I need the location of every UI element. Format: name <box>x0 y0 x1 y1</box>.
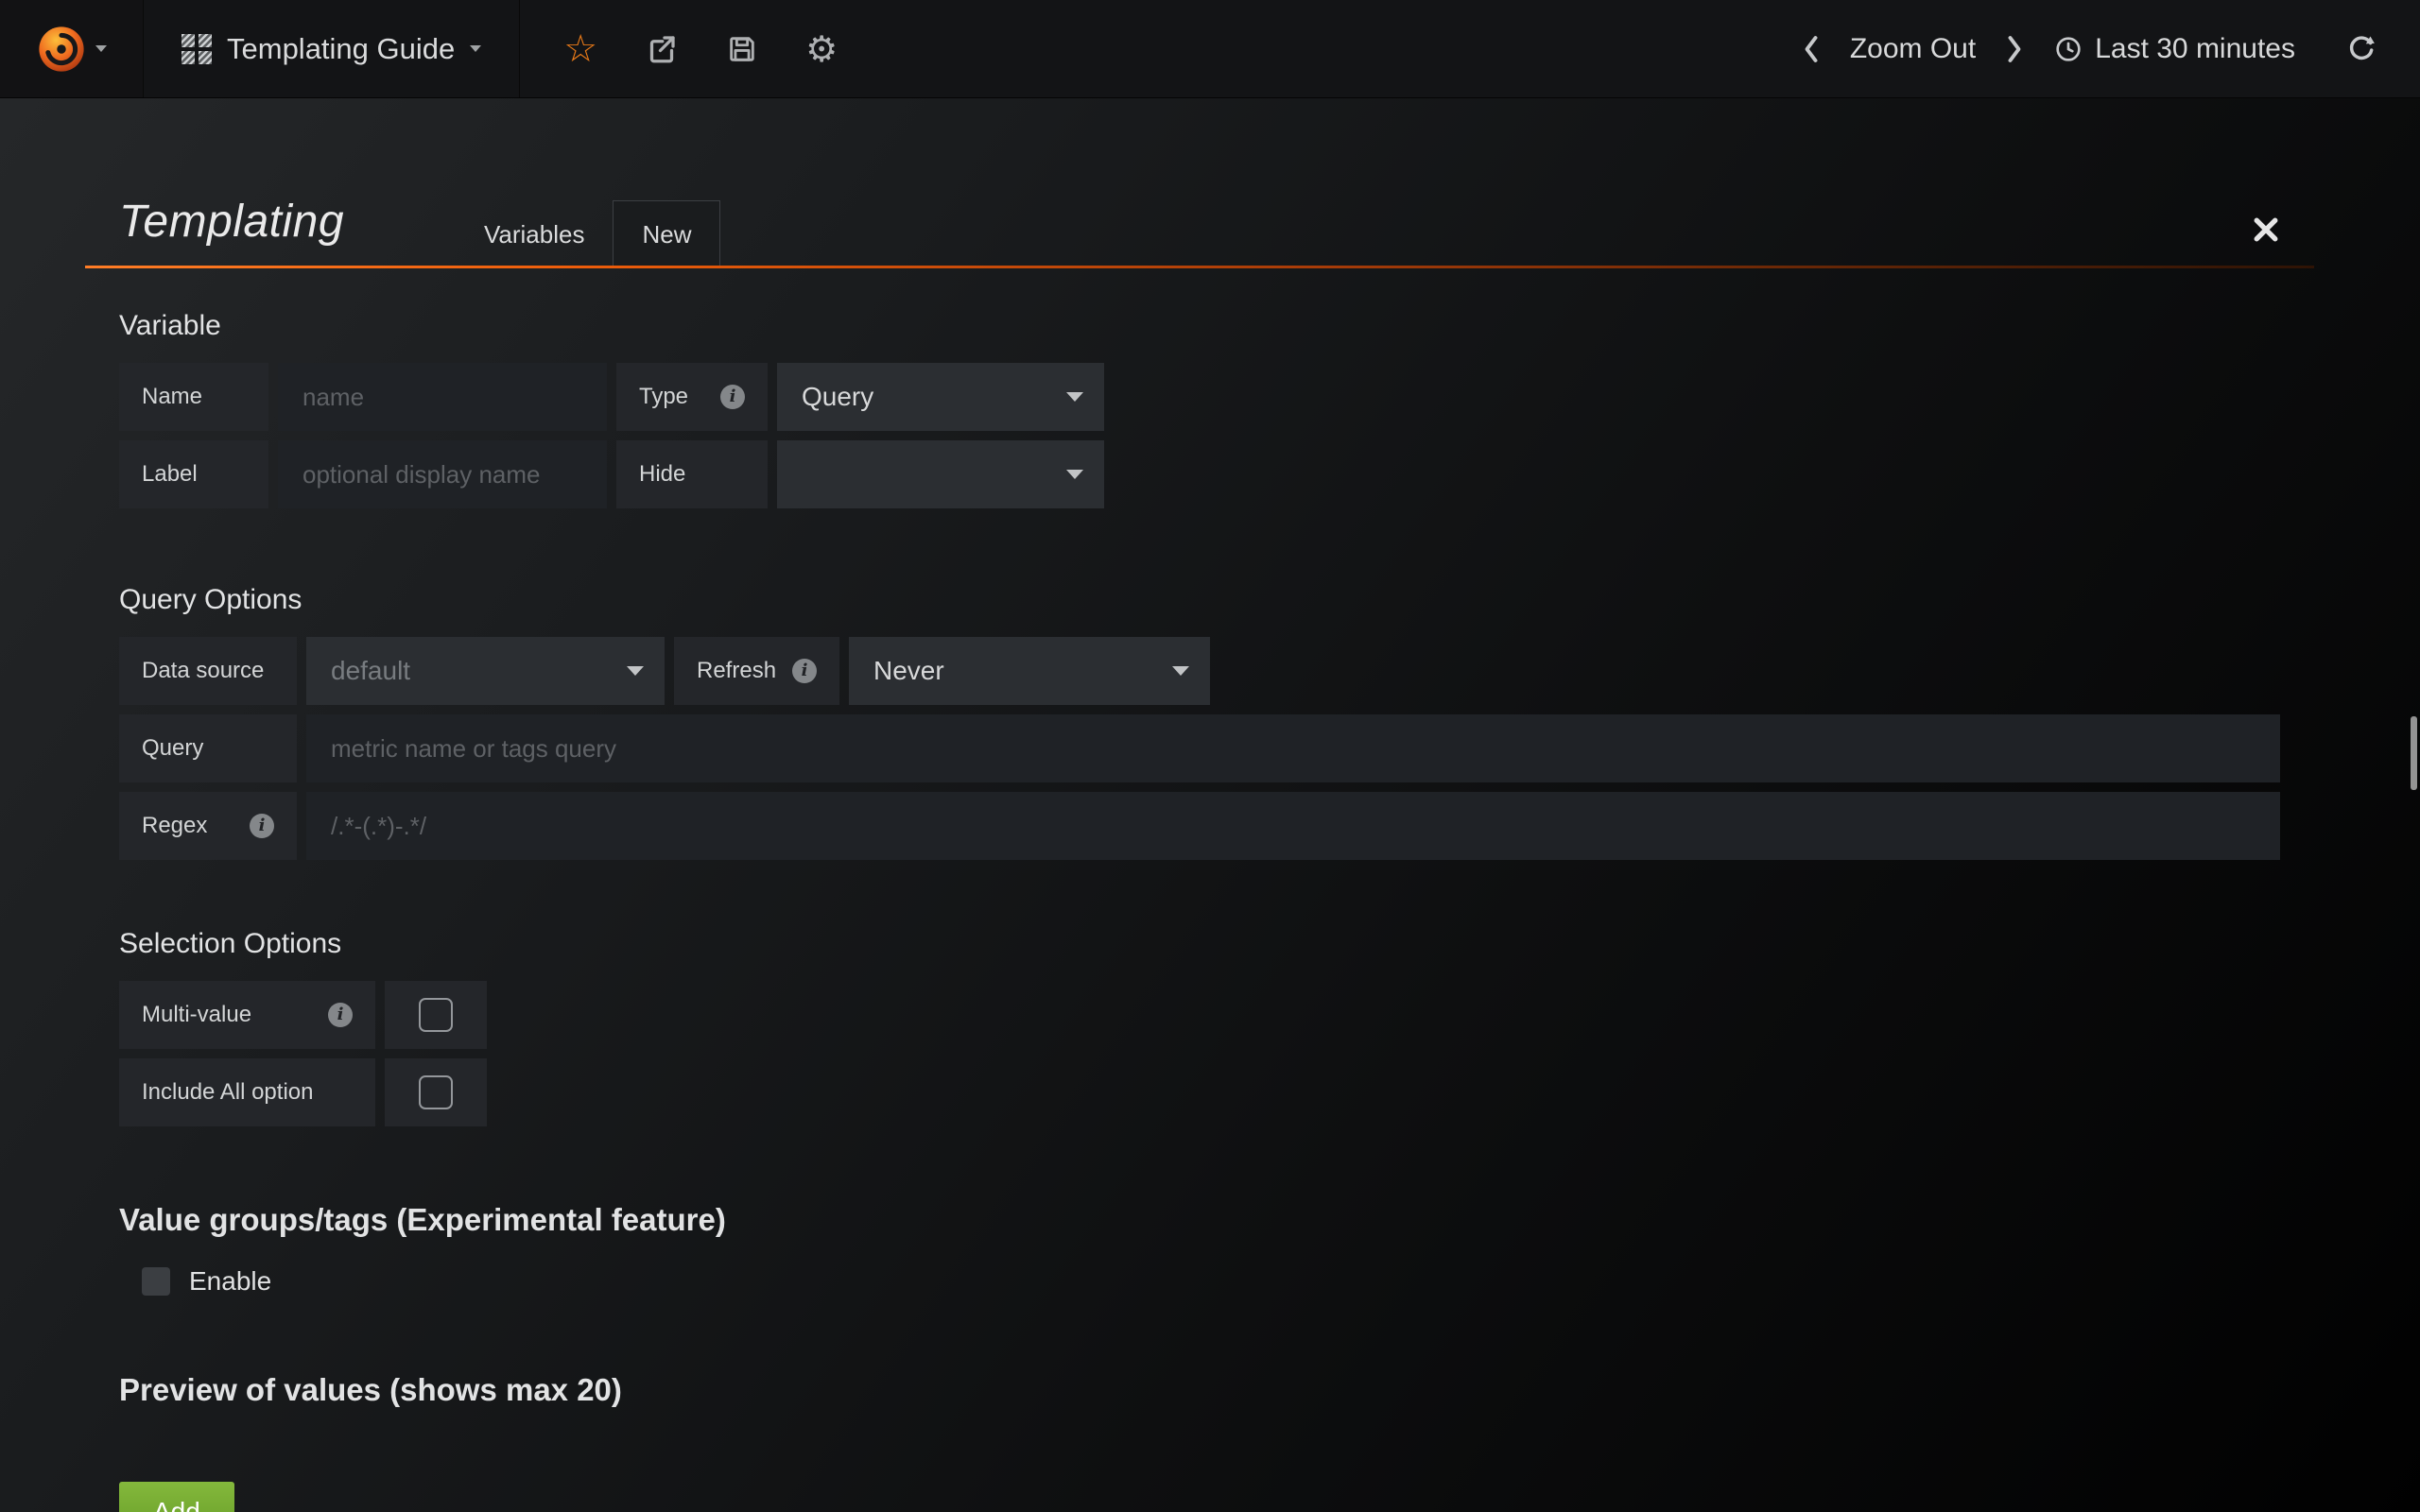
scrollbar-thumb[interactable] <box>2411 716 2417 790</box>
type-select[interactable]: Query <box>777 363 1104 431</box>
include-all-label: Include All option <box>119 1058 375 1126</box>
variable-section-heading: Variable <box>119 310 2280 342</box>
datasource-label: Data source <box>119 637 297 705</box>
multi-value-checkbox[interactable] <box>419 998 453 1032</box>
label-label: Label <box>119 440 268 508</box>
time-range-label: Last 30 minutes <box>2095 33 2295 65</box>
multi-value-label-text: Multi-value <box>142 1002 251 1028</box>
include-all-checkbox[interactable] <box>419 1075 453 1109</box>
time-controls: Zoom Out Last 30 minutes <box>1803 33 2420 65</box>
enable-row: Enable <box>142 1266 2280 1297</box>
clock-icon <box>2053 34 2083 64</box>
query-input[interactable] <box>306 714 2280 782</box>
page-header: Templating Variables New <box>85 178 2314 268</box>
info-icon[interactable]: i <box>250 814 274 838</box>
time-back-chevron-icon[interactable] <box>1803 35 1820 63</box>
chevron-down-icon <box>95 45 107 52</box>
regex-label-text: Regex <box>142 813 207 839</box>
query-row: Query <box>119 714 2280 782</box>
dashboard-grid-icon <box>182 34 212 64</box>
time-forward-chevron-icon[interactable] <box>2006 35 2023 63</box>
refresh-select-value: Never <box>873 656 944 686</box>
type-label: Type i <box>616 363 768 431</box>
tab-new[interactable]: New <box>613 200 720 268</box>
dashboard-actions: ☆ ⚙ <box>563 30 838 68</box>
include-all-checkbox-cell <box>385 1058 487 1126</box>
tabs: Variables New <box>456 178 720 268</box>
zoom-out-button[interactable]: Zoom Out <box>1850 33 1976 65</box>
grafana-logo-icon <box>36 24 87 75</box>
info-icon[interactable]: i <box>720 385 745 409</box>
hide-select[interactable] <box>777 440 1104 508</box>
refresh-icon[interactable] <box>2346 34 2377 64</box>
variable-name-row: Name Type i Query <box>119 363 2280 431</box>
time-range-picker[interactable]: Last 30 minutes <box>2053 33 2295 65</box>
save-icon[interactable] <box>726 33 758 65</box>
multi-value-label: Multi-value i <box>119 981 375 1049</box>
star-icon[interactable]: ☆ <box>563 30 597 68</box>
type-select-value: Query <box>802 382 873 412</box>
page-title: Templating <box>119 196 456 268</box>
refresh-label-text: Refresh <box>697 658 776 684</box>
chevron-down-icon <box>470 45 481 52</box>
regex-row: Regex i <box>119 792 2280 860</box>
dashboard-picker[interactable]: Templating Guide <box>144 0 520 97</box>
datasource-row: Data source default Refresh i Never <box>119 637 2280 705</box>
info-icon[interactable]: i <box>328 1003 353 1027</box>
multi-value-checkbox-cell <box>385 981 487 1049</box>
refresh-select[interactable]: Never <box>849 637 1210 705</box>
tab-variables[interactable]: Variables <box>456 200 613 268</box>
preview-heading: Preview of values (shows max 20) <box>119 1372 2280 1408</box>
query-options-heading: Query Options <box>119 584 2280 616</box>
name-label: Name <box>119 363 268 431</box>
top-navbar: Templating Guide ☆ ⚙ <box>0 0 2420 98</box>
chevron-down-icon <box>1066 470 1083 479</box>
multi-value-row: Multi-value i <box>119 981 2280 1049</box>
dashboard-title: Templating Guide <box>227 32 455 66</box>
enable-checkbox[interactable] <box>142 1267 170 1296</box>
label-input[interactable] <box>278 440 607 508</box>
chevron-down-icon <box>1172 666 1189 676</box>
info-icon[interactable]: i <box>792 659 817 683</box>
query-label: Query <box>119 714 297 782</box>
value-groups-heading: Value groups/tags (Experimental feature) <box>119 1202 2280 1238</box>
include-all-row: Include All option <box>119 1058 2280 1126</box>
variable-label-row: Label Hide <box>119 440 2280 508</box>
selection-options-heading: Selection Options <box>119 928 2280 960</box>
type-label-text: Type <box>639 384 688 410</box>
grafana-dashboard-settings: Templating Guide ☆ ⚙ <box>0 0 2420 1512</box>
chevron-down-icon <box>627 666 644 676</box>
close-icon[interactable] <box>2252 215 2280 244</box>
chevron-down-icon <box>1066 392 1083 402</box>
share-icon[interactable] <box>645 32 679 66</box>
regex-label: Regex i <box>119 792 297 860</box>
settings-gear-icon[interactable]: ⚙ <box>805 31 838 67</box>
datasource-select[interactable]: default <box>306 637 665 705</box>
datasource-select-value: default <box>331 656 410 686</box>
regex-input[interactable] <box>306 792 2280 860</box>
enable-label: Enable <box>189 1266 271 1297</box>
name-input[interactable] <box>278 363 607 431</box>
refresh-label: Refresh i <box>674 637 839 705</box>
hide-label: Hide <box>616 440 768 508</box>
templating-settings-panel: Templating Variables New Variable Name T… <box>0 178 2420 1512</box>
add-button[interactable]: Add <box>119 1482 234 1512</box>
grafana-main-menu[interactable] <box>0 0 144 97</box>
